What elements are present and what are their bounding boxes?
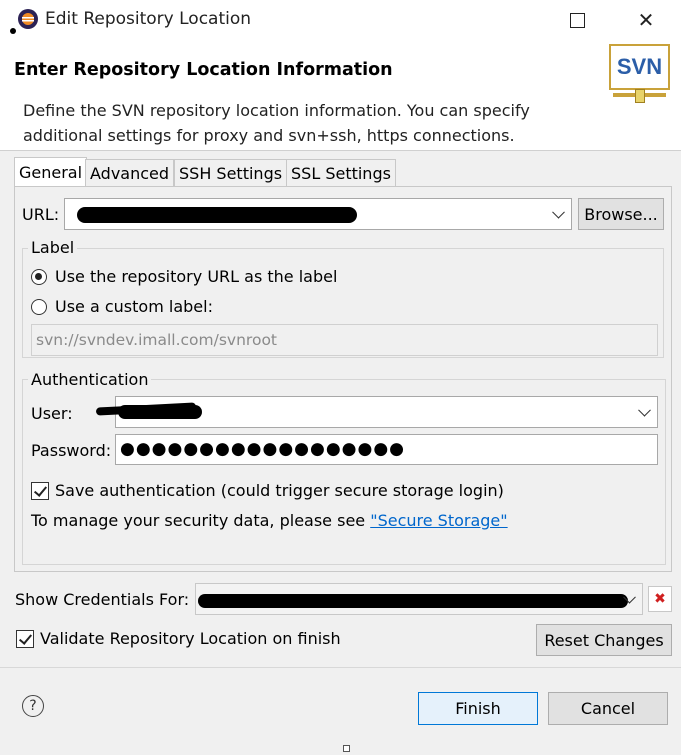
delete-credentials-button[interactable]: ✖	[648, 586, 672, 612]
svn-logo: SVN	[609, 44, 670, 106]
save-auth-checkbox[interactable]	[31, 482, 49, 500]
manage-security-label: To manage your security data, please see	[31, 511, 371, 530]
custom-label-field: svn://svndev.imall.com/svnroot	[31, 324, 658, 356]
validate-checkbox[interactable]	[16, 630, 34, 648]
window-dot	[10, 28, 16, 34]
svn-logo-box: SVN	[609, 44, 670, 90]
maximize-icon	[569, 12, 585, 28]
secure-storage-link[interactable]: "Secure Storage"	[370, 511, 507, 530]
app-icon	[17, 8, 39, 30]
redacted-url	[77, 207, 357, 223]
page-description: Define the SVN repository location infor…	[23, 101, 530, 145]
url-combo[interactable]	[64, 198, 572, 230]
password-label: Password:	[31, 441, 112, 460]
browse-button[interactable]: Browse...	[578, 198, 664, 230]
manage-security-text: To manage your security data, please see…	[31, 511, 508, 530]
radio-use-repo-url[interactable]	[31, 269, 47, 285]
password-mask: ●●●●●●●●●●●●●●●●●●	[120, 439, 406, 459]
close-icon: ✕	[637, 8, 655, 32]
url-label: URL:	[22, 205, 60, 224]
reset-changes-button[interactable]: Reset Changes	[536, 624, 672, 656]
window-title: Edit Repository Location	[45, 9, 252, 29]
svn-logo-node	[635, 89, 645, 103]
user-label: User:	[31, 404, 73, 423]
delete-icon: ✖	[654, 591, 666, 607]
tab-advanced[interactable]: Advanced	[85, 159, 175, 186]
cancel-button[interactable]: Cancel	[548, 692, 668, 725]
help-button[interactable]: ?	[22, 695, 44, 717]
radio-use-custom-label-label: Use a custom label:	[55, 297, 213, 316]
user-combo[interactable]	[115, 396, 658, 428]
header-separator	[0, 150, 681, 151]
help-icon: ?	[29, 698, 37, 714]
radio-use-repo-url-label: Use the repository URL as the label	[55, 267, 338, 286]
svn-logo-text: SVN	[616, 54, 663, 79]
resize-grip[interactable]	[343, 745, 350, 752]
tab-ssh-settings[interactable]: SSH Settings	[174, 159, 288, 186]
finish-button[interactable]: Finish	[418, 692, 538, 725]
show-credentials-label: Show Credentials For:	[15, 590, 190, 609]
redacted-credentials	[198, 594, 628, 608]
radio-use-custom-label[interactable]	[31, 299, 47, 315]
label-group-title: Label	[28, 238, 78, 257]
password-field[interactable]: ●●●●●●●●●●●●●●●●●●	[115, 434, 658, 465]
maximize-button[interactable]	[554, 0, 600, 40]
authentication-group-title: Authentication	[28, 370, 152, 389]
tab-ssl-settings[interactable]: SSL Settings	[286, 159, 396, 186]
footer-separator	[0, 667, 681, 668]
save-auth-label: Save authentication (could trigger secur…	[55, 481, 504, 500]
tab-general[interactable]: General	[14, 157, 88, 187]
close-button[interactable]: ✕	[623, 0, 669, 40]
chevron-down-icon	[552, 205, 565, 219]
credentials-combo[interactable]	[195, 583, 643, 615]
chevron-down-icon	[638, 403, 651, 417]
page-title: Enter Repository Location Information	[14, 60, 393, 80]
validate-label: Validate Repository Location on finish	[40, 629, 341, 648]
